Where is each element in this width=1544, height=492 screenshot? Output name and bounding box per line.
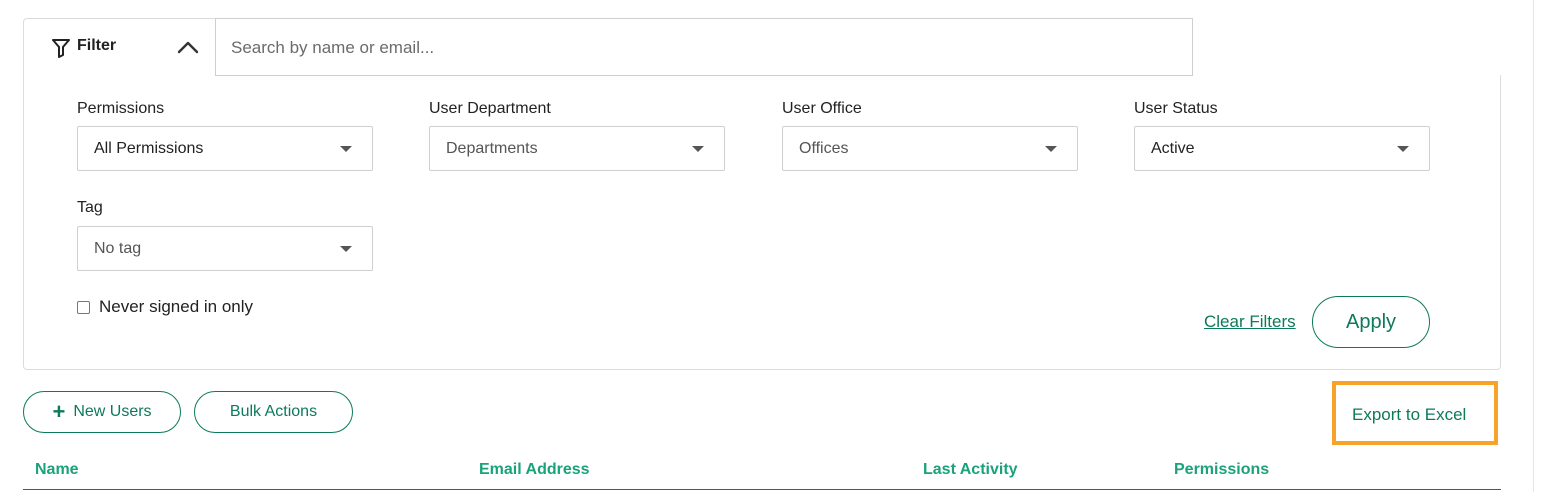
caret-down-icon [1397,146,1409,152]
caret-down-icon [1045,146,1057,152]
never-signed-in-label: Never signed in only [99,297,254,316]
apply-button[interactable]: Apply [1312,296,1430,348]
never-signed-in-option[interactable]: Never signed in only [77,297,253,317]
export-to-excel-button[interactable]: Export to Excel [1352,405,1466,425]
new-users-button[interactable]: + New Users [23,391,181,433]
clear-filters-link[interactable]: Clear Filters [1204,312,1296,332]
search-input[interactable] [229,19,1173,77]
table-header-divider [23,489,1501,490]
office-label: User Office [782,100,862,117]
new-users-label: New Users [73,403,152,420]
filter-label: Filter [77,37,117,54]
tag-select[interactable]: No tag [77,226,373,271]
plus-icon: + [52,399,66,424]
status-label: User Status [1134,100,1218,117]
caret-down-icon [692,146,704,152]
permissions-label: Permissions [77,100,165,117]
office-select[interactable]: Offices [782,126,1078,171]
page-right-divider [1533,0,1534,492]
column-header-name[interactable]: Name [35,461,79,479]
bulk-actions-label: Bulk Actions [229,403,318,420]
permissions-select[interactable]: All Permissions [77,126,373,171]
caret-down-icon [340,146,352,152]
status-select[interactable]: Active [1134,126,1430,171]
column-header-permissions[interactable]: Permissions [1174,461,1269,479]
status-select-value: Active [1151,140,1195,157]
department-label: User Department [429,100,551,117]
search-box [215,18,1193,77]
permissions-select-value: All Permissions [94,140,204,157]
filter-toggle[interactable]: Filter [23,18,216,76]
chevron-up-icon[interactable] [177,40,199,54]
caret-down-icon [340,246,352,252]
column-header-email[interactable]: Email Address [479,461,590,479]
tag-select-value: No tag [94,240,142,257]
department-select-value: Departments [446,140,538,157]
never-signed-in-checkbox[interactable] [77,300,90,314]
column-header-last-activity[interactable]: Last Activity [923,461,1018,479]
department-select[interactable]: Departments [429,126,725,171]
tag-label: Tag [77,199,103,216]
bulk-actions-button[interactable]: Bulk Actions [194,391,353,433]
office-select-value: Offices [799,140,849,157]
funnel-icon [52,39,70,58]
